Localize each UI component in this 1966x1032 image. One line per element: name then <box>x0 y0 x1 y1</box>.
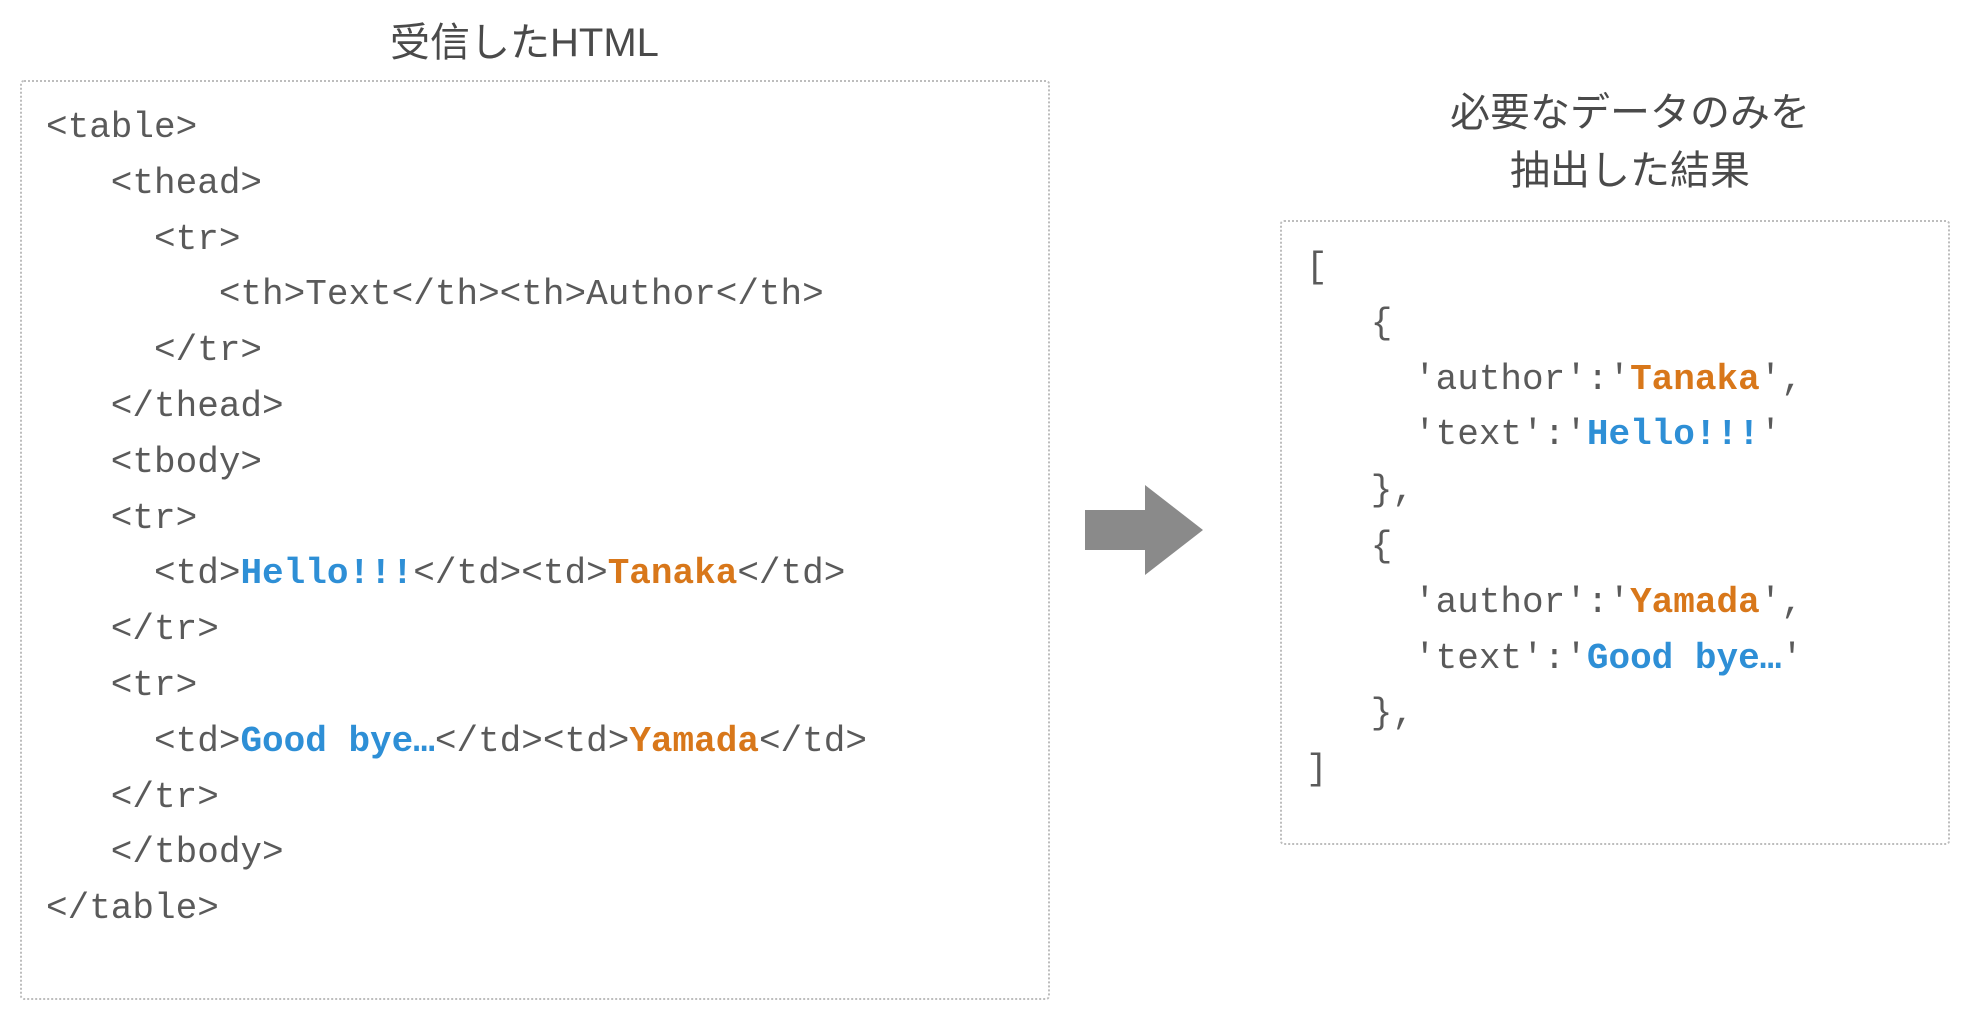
code-seg: 'text':' <box>1306 414 1587 455</box>
code-line: { <box>1306 526 1392 567</box>
code-line: { <box>1306 303 1392 344</box>
code-seg: </td><td> <box>435 721 629 762</box>
code-seg: 'text':' <box>1306 638 1587 679</box>
box-extracted-json: [ { 'author':'Tanaka', 'text':'Hello!!!'… <box>1280 220 1950 845</box>
code-seg: ' <box>1781 638 1803 679</box>
json-text-goodbye: Good bye… <box>1587 638 1781 679</box>
code-line: <tr> <box>46 498 197 539</box>
json-author-tanaka: Tanaka <box>1630 359 1760 400</box>
json-author-yamada: Yamada <box>1630 582 1760 623</box>
arrow-icon <box>1085 480 1205 580</box>
code-line: <table> <box>46 107 197 148</box>
box-html-source: <table> <thead> <tr> <th>Text</th><th>Au… <box>20 80 1050 1000</box>
code-seg: </td><td> <box>413 553 607 594</box>
code-seg: 'author':' <box>1306 359 1630 400</box>
code-line: </tr> <box>46 330 262 371</box>
value-text-goodbye: Good bye… <box>240 721 434 762</box>
heading-extracted-result: 必要なデータのみを 抽出した結果 <box>1395 80 1865 196</box>
code-line: </tr> <box>46 777 219 818</box>
code-line: <tbody> <box>46 442 262 483</box>
code-seg: ' <box>1760 414 1782 455</box>
value-author-tanaka: Tanaka <box>608 553 738 594</box>
code-line: </tr> <box>46 609 219 650</box>
code-line: </thead> <box>46 386 284 427</box>
json-text-hello: Hello!!! <box>1587 414 1760 455</box>
code-line: <tr> <box>46 219 240 260</box>
code-line: <thead> <box>46 163 262 204</box>
code-line: }, <box>1306 470 1414 511</box>
heading-right-line2: 抽出した結果 <box>1510 149 1750 193</box>
heading-right-line1: 必要なデータのみを <box>1450 91 1810 135</box>
code-seg: </td> <box>759 721 867 762</box>
code-seg: ', <box>1760 582 1803 623</box>
code-line: <th>Text</th><th>Author</th> <box>46 274 824 315</box>
code-seg: <td> <box>46 553 240 594</box>
code-line: </table> <box>46 888 219 929</box>
code-extracted-json: [ { 'author':'Tanaka', 'text':'Hello!!!'… <box>1306 240 1924 798</box>
heading-received-html: 受信したHTML <box>390 10 659 68</box>
value-author-yamada: Yamada <box>629 721 759 762</box>
code-html-source: <table> <thead> <tr> <th>Text</th><th>Au… <box>46 100 1024 937</box>
value-text-hello: Hello!!! <box>240 553 413 594</box>
code-line: ] <box>1306 749 1328 790</box>
code-seg: 'author':' <box>1306 582 1630 623</box>
code-line: [ <box>1306 247 1328 288</box>
diagram-canvas: 受信したHTML 必要なデータのみを 抽出した結果 <table> <thead… <box>0 0 1966 1032</box>
code-seg: </td> <box>737 553 845 594</box>
code-line: <tr> <box>46 665 197 706</box>
code-seg: ', <box>1760 359 1803 400</box>
code-line: </tbody> <box>46 832 284 873</box>
code-line: }, <box>1306 693 1414 734</box>
code-seg: <td> <box>46 721 240 762</box>
